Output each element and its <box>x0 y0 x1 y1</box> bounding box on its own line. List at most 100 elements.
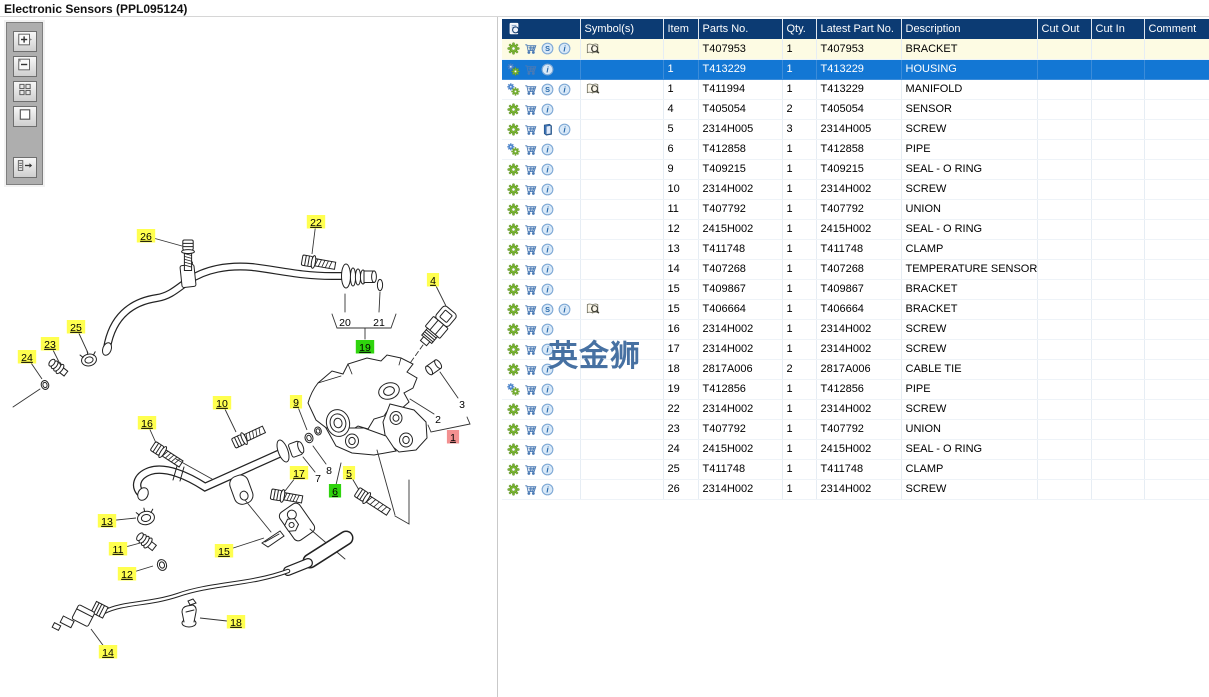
table-row[interactable]: i 18 2817A006 2 2817A006 CABLE TIE <box>502 359 1209 380</box>
callout-17[interactable]: 17 <box>284 466 309 492</box>
callout-9[interactable]: 9 <box>289 395 308 431</box>
s-badge-icon[interactable]: S <box>541 303 558 315</box>
table-row[interactable]: i 9 T409215 1 T409215 SEAL - O RING <box>502 159 1209 180</box>
book-magnifier-icon[interactable] <box>585 303 601 315</box>
cart-icon[interactable] <box>524 103 541 115</box>
callout-5[interactable]: 5 <box>342 466 360 491</box>
gear-green-icon[interactable] <box>507 442 524 456</box>
callout-16[interactable]: 16 <box>137 416 157 444</box>
table-row[interactable]: i 25 T411748 1 T411748 CLAMP <box>502 459 1209 480</box>
cart-icon[interactable] <box>524 483 541 495</box>
info-icon[interactable]: i <box>558 83 575 95</box>
info-icon[interactable]: i <box>541 403 558 415</box>
callout-26[interactable]: 26 <box>136 229 183 247</box>
table-row[interactable]: Si T407953 1 T407953 BRACKET <box>502 39 1209 60</box>
info-icon[interactable]: i <box>541 443 558 455</box>
table-row[interactable]: i 24 2415H002 1 2415H002 SEAL - O RING <box>502 439 1209 460</box>
info-icon[interactable]: i <box>541 343 558 355</box>
table-row[interactable]: i 13 T411748 1 T411748 CLAMP <box>502 239 1209 260</box>
callout-15[interactable]: 15 <box>214 537 265 558</box>
gear-green-icon[interactable] <box>507 42 524 55</box>
callout-14[interactable]: 14 <box>90 628 118 659</box>
cart-icon[interactable] <box>524 63 541 75</box>
gear-green-icon[interactable] <box>507 262 524 276</box>
table-row[interactable]: Si 1 T411994 1 T413229 MANIFOLD <box>502 79 1209 100</box>
gear-green-icon[interactable] <box>507 302 524 316</box>
gear-green-icon[interactable] <box>507 322 524 336</box>
cart-icon[interactable] <box>524 163 541 175</box>
table-row[interactable]: i 19 T412856 1 T412856 PIPE <box>502 379 1209 400</box>
cart-icon[interactable] <box>524 343 541 355</box>
gear-green-icon[interactable] <box>507 282 524 296</box>
info-icon[interactable]: i <box>558 123 575 135</box>
table-row[interactable]: i 15 T409867 1 T409867 BRACKET <box>502 279 1209 300</box>
cart-icon[interactable] <box>524 83 541 95</box>
book-blue-icon[interactable] <box>541 123 558 136</box>
info-icon[interactable]: i <box>541 63 558 75</box>
gear-green-icon[interactable] <box>507 462 524 476</box>
cart-icon[interactable] <box>524 203 541 215</box>
cart-icon[interactable] <box>524 303 541 315</box>
cart-icon[interactable] <box>524 243 541 255</box>
info-icon[interactable]: i <box>541 243 558 255</box>
table-row[interactable]: i 16 2314H002 1 2314H002 SCREW <box>502 319 1209 340</box>
info-icon[interactable]: i <box>541 363 558 375</box>
gear-green-icon[interactable] <box>507 162 524 176</box>
gear-green-icon[interactable] <box>507 222 524 236</box>
table-row[interactable]: i 11 T407792 1 T407792 UNION <box>502 199 1209 220</box>
table-row[interactable]: i 14 T407268 1 T407268 TEMPERATURE SENSOR <box>502 259 1209 280</box>
callout-6[interactable]: 6 <box>328 484 342 498</box>
callout-1[interactable]: 1 <box>446 430 460 444</box>
info-icon[interactable]: i <box>541 103 558 115</box>
zoom-in-button[interactable] <box>12 31 37 52</box>
info-icon[interactable]: i <box>541 203 558 215</box>
cart-icon[interactable] <box>524 43 541 55</box>
zoom-actual-button[interactable] <box>12 106 37 127</box>
gear-blue-green-icon[interactable] <box>507 62 524 76</box>
info-icon[interactable]: i <box>541 463 558 475</box>
cart-icon[interactable] <box>524 183 541 195</box>
info-icon[interactable]: i <box>541 223 558 235</box>
gear-green-icon[interactable] <box>507 482 524 496</box>
gear-blue-green-icon[interactable] <box>507 82 524 96</box>
cart-icon[interactable] <box>524 403 541 415</box>
callout-11[interactable]: 11 <box>108 541 145 556</box>
table-row[interactable]: i 1 T413229 1 T413229 HOUSING <box>502 59 1209 80</box>
table-row[interactable]: i 12 2415H002 1 2415H002 SEAL - O RING <box>502 219 1209 240</box>
info-icon[interactable]: i <box>541 483 558 495</box>
callout-10[interactable]: 10 <box>212 396 237 433</box>
info-icon[interactable]: i <box>558 42 575 55</box>
callout-13[interactable]: 13 <box>97 514 137 528</box>
gear-green-icon[interactable] <box>507 362 524 376</box>
gear-blue-green-icon[interactable] <box>507 142 524 156</box>
info-icon[interactable]: i <box>541 163 558 175</box>
gear-green-icon[interactable] <box>507 182 524 196</box>
gear-green-icon[interactable] <box>507 122 524 136</box>
zoom-out-button[interactable] <box>12 56 37 77</box>
book-magnifier-icon[interactable] <box>585 43 601 55</box>
gear-green-icon[interactable] <box>507 422 524 436</box>
zoom-fit-button[interactable] <box>12 81 37 102</box>
cart-icon[interactable] <box>524 363 541 375</box>
table-row[interactable]: i 10 2314H002 1 2314H002 SCREW <box>502 179 1209 200</box>
callout-22[interactable]: 22 <box>306 215 326 255</box>
table-row[interactable]: i 22 2314H002 1 2314H002 SCREW <box>502 399 1209 420</box>
table-row[interactable]: i 26 2314H002 1 2314H002 SCREW <box>502 479 1209 500</box>
cart-icon[interactable] <box>524 463 541 475</box>
table-row[interactable]: i 17 2314H002 1 2314H002 SCREW <box>502 339 1209 360</box>
info-icon[interactable]: i <box>541 283 558 295</box>
gear-blue-green-icon[interactable] <box>507 382 524 396</box>
cart-icon[interactable] <box>524 123 541 135</box>
cart-icon[interactable] <box>524 283 541 295</box>
cart-icon[interactable] <box>524 263 541 275</box>
gear-green-icon[interactable] <box>507 342 524 356</box>
gear-green-icon[interactable] <box>507 102 524 116</box>
toggle-panel-button[interactable] <box>12 157 37 178</box>
cart-icon[interactable] <box>524 443 541 455</box>
info-icon[interactable]: i <box>541 383 558 395</box>
callout-18[interactable]: 18 <box>199 615 246 629</box>
info-icon[interactable]: i <box>541 263 558 275</box>
callout-25[interactable]: 25 <box>66 320 89 354</box>
s-badge-icon[interactable]: S <box>541 42 558 55</box>
callout-19[interactable]: 19 <box>355 340 375 354</box>
